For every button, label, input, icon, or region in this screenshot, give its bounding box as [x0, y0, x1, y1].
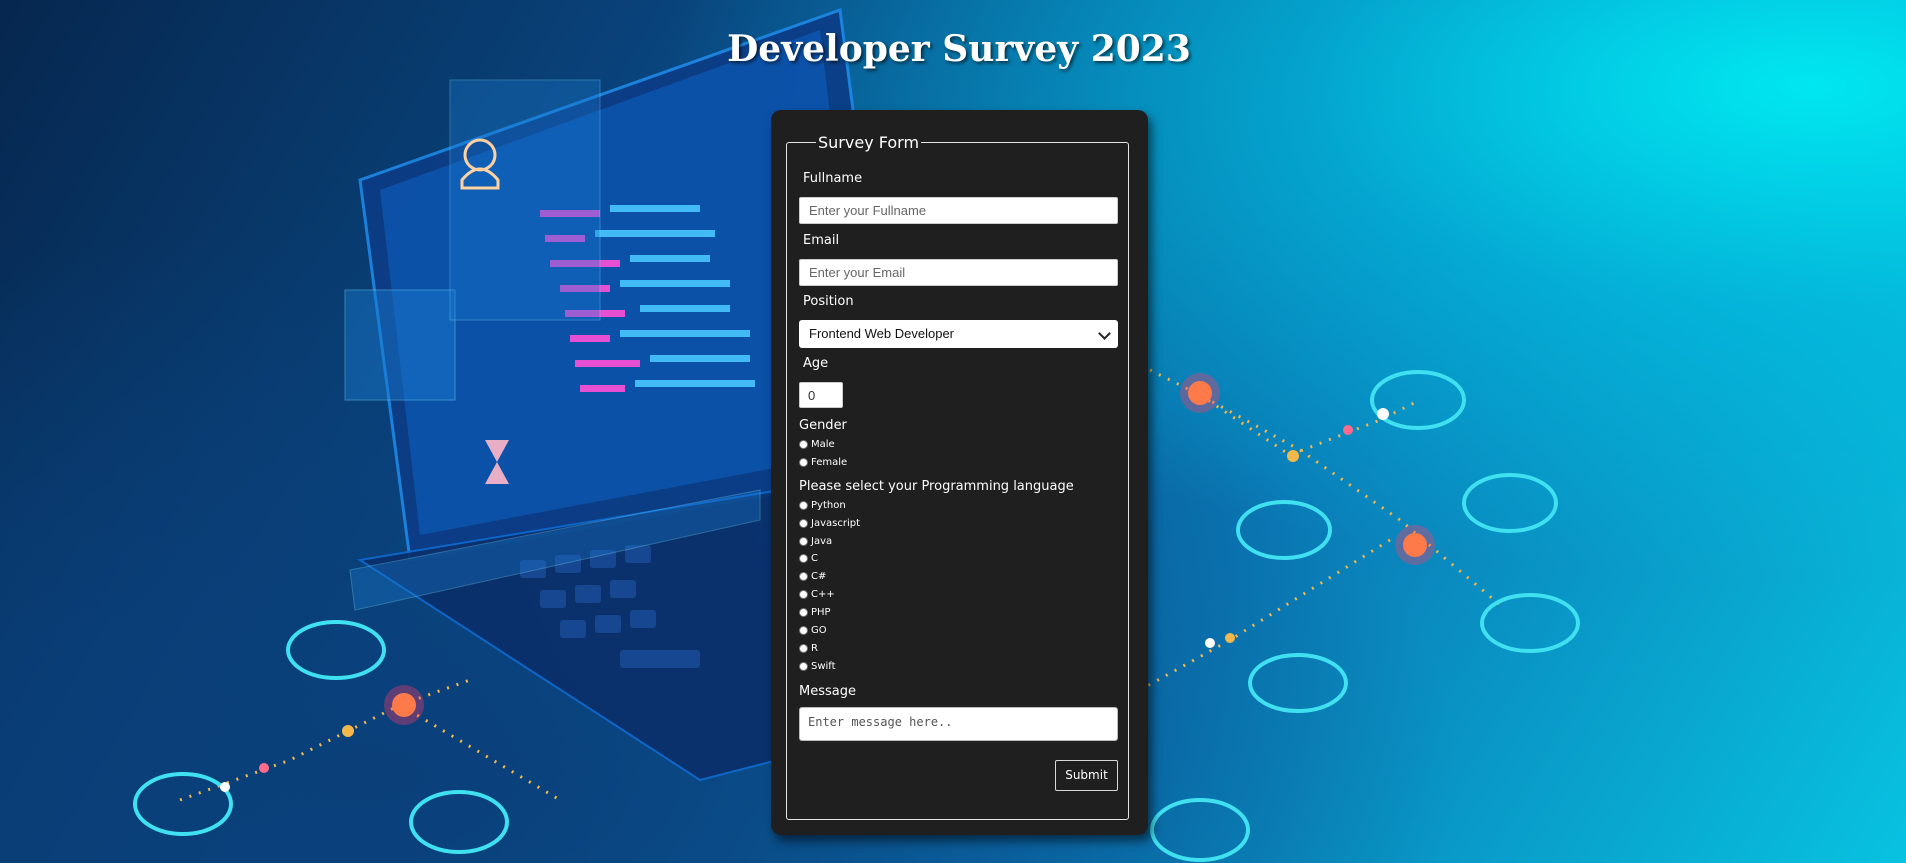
radio-button[interactable] [799, 536, 808, 546]
radio-button[interactable] [799, 661, 808, 671]
age-input[interactable]: 0 [799, 382, 843, 408]
language-option-csharp[interactable]: C# [799, 569, 826, 583]
fullname-input[interactable]: Enter your Fullname [799, 197, 1118, 224]
gender-option-male[interactable]: Male [799, 437, 835, 451]
language-option-php[interactable]: PHP [799, 605, 831, 619]
gender-option-female[interactable]: Female [799, 455, 847, 469]
page-title: Developer Survey 2023 [727, 28, 1191, 70]
radio-button[interactable] [799, 500, 808, 510]
chevron-down-icon [1098, 327, 1111, 340]
language-option-python[interactable]: Python [799, 498, 846, 512]
radio-button[interactable] [799, 518, 808, 528]
radio-button[interactable] [799, 457, 808, 467]
position-select[interactable]: Frontend Web Developer [799, 320, 1118, 348]
form-legend: Survey Form [816, 133, 922, 152]
submit-button[interactable]: Submit [1055, 760, 1118, 791]
languages-label: Please select your Programming language [799, 479, 1074, 494]
language-option-r[interactable]: R [799, 641, 818, 655]
message-label: Message [799, 684, 856, 699]
fullname-label: Fullname [803, 171, 863, 186]
email-input[interactable]: Enter your Email [799, 259, 1118, 286]
radio-button[interactable] [799, 589, 808, 599]
radio-button[interactable] [799, 607, 808, 617]
language-option-cpp[interactable]: C++ [799, 587, 835, 601]
language-option-java[interactable]: Java [799, 534, 832, 548]
radio-button[interactable] [799, 625, 808, 635]
position-selected-value: Frontend Web Developer [809, 326, 955, 341]
language-option-swift[interactable]: Swift [799, 659, 836, 673]
radio-button[interactable] [799, 571, 808, 581]
position-label: Position [803, 294, 854, 309]
radio-button[interactable] [799, 643, 808, 653]
radio-button[interactable] [799, 553, 808, 563]
language-option-javascript[interactable]: Javascript [799, 516, 860, 530]
radio-button[interactable] [799, 439, 808, 449]
language-option-c[interactable]: C [799, 551, 818, 565]
language-option-go[interactable]: GO [799, 623, 827, 637]
email-label: Email [803, 233, 840, 248]
gender-label: Gender [799, 418, 847, 433]
message-textarea[interactable]: Enter message here.. [799, 707, 1118, 741]
age-label: Age [803, 356, 829, 371]
